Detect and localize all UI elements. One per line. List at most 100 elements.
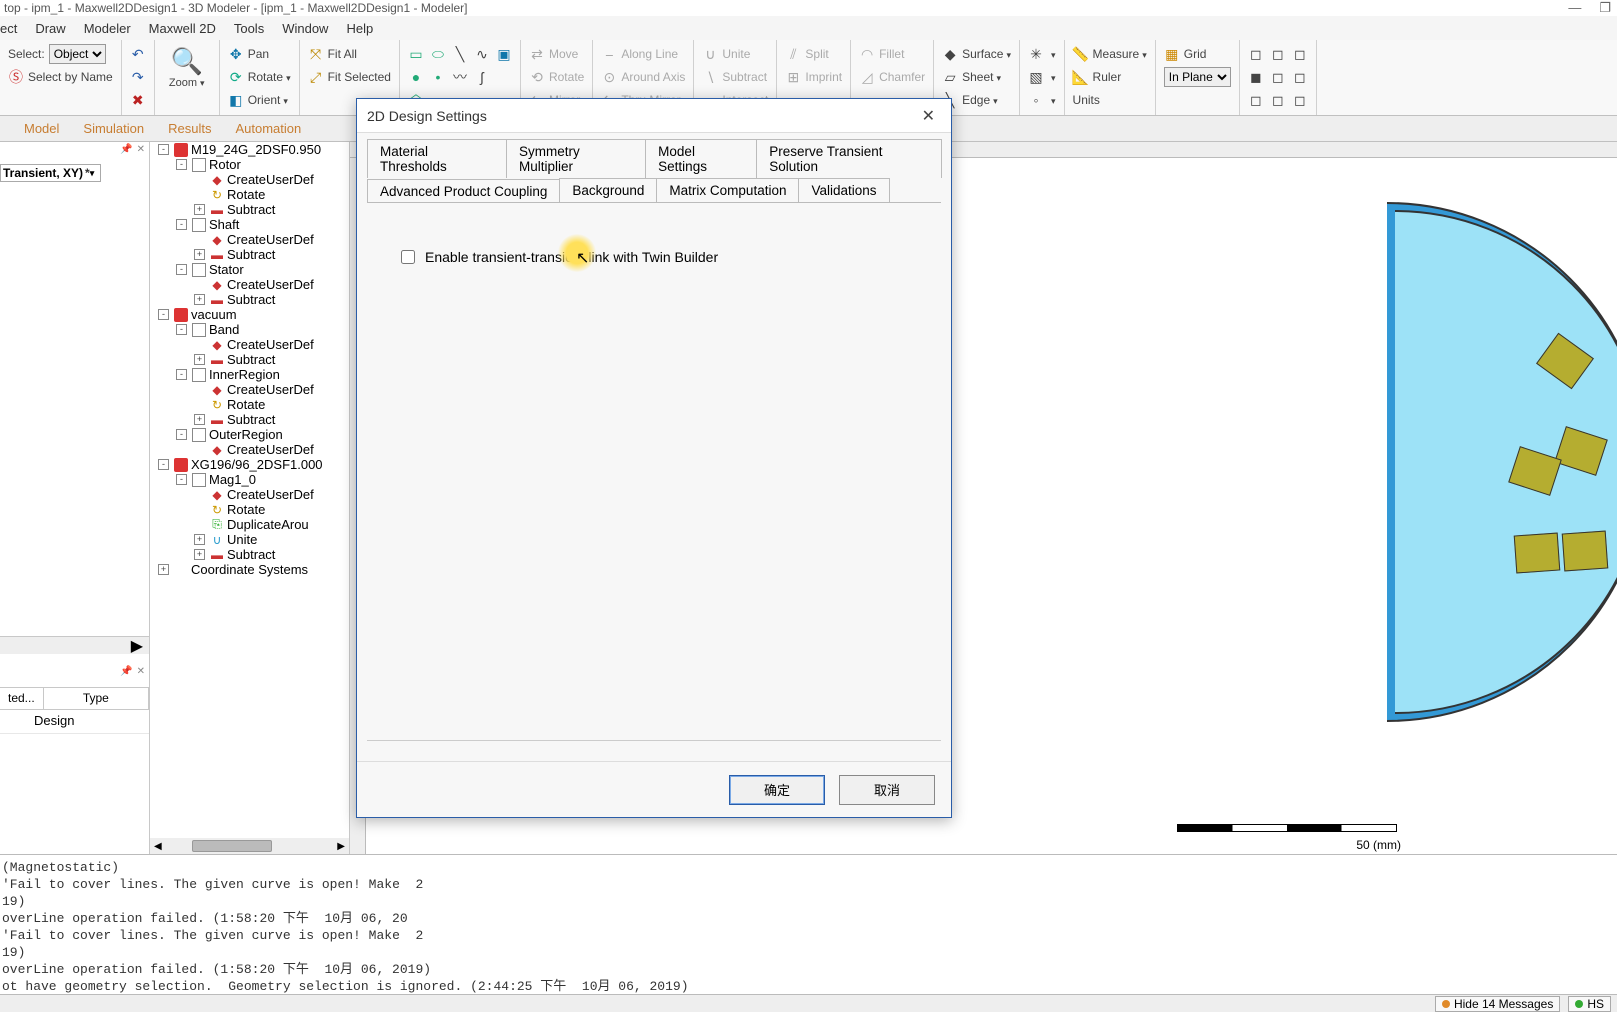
tree-item[interactable]: +▬Subtract [150,247,349,262]
tree-toggle-icon[interactable]: + [194,249,205,260]
snap-3-button[interactable]: ◻ [1248,89,1264,111]
shape-ellipse-button[interactable]: ⬭ [430,43,446,65]
tree-item[interactable]: -OuterRegion [150,427,349,442]
tab-symmetry-multiplier[interactable]: Symmetry Multiplier [506,139,646,178]
ok-button[interactable]: 确定 [729,775,825,805]
dialog-titlebar[interactable]: 2D Design Settings ✕ [357,99,951,133]
tree-item[interactable]: +▬Subtract [150,292,349,307]
tree-toggle-icon[interactable]: + [194,534,205,545]
message-log[interactable]: (Magnetostatic) 'Fail to cover lines. Th… [0,854,1617,994]
tree-toggle-icon[interactable]: + [194,354,205,365]
menu-item[interactable]: ect [0,21,17,36]
hide-messages-button[interactable]: Hide 14 Messages [1435,996,1560,1012]
around-axis-button[interactable]: ⊙Around Axis [601,66,685,88]
tree-toggle-icon[interactable]: - [158,144,169,155]
tab-preserve-transient[interactable]: Preserve Transient Solution [756,139,942,178]
snap-1-button[interactable]: ◻ [1248,43,1264,65]
unite-button[interactable]: ∪Unite [702,43,768,65]
rotate-view-button[interactable]: ⟳Rotate [228,66,291,88]
tree-item[interactable]: ◆CreateUserDef [150,337,349,352]
snap-6-button[interactable]: ◻ [1270,89,1286,111]
close-icon[interactable]: ✕ [137,666,145,677]
in-plane-dropdown[interactable]: In Plane [1164,66,1231,88]
shape-circle-button[interactable]: ● [408,66,424,88]
edge-button[interactable]: ╲Edge [942,89,1011,111]
enable-transient-link-checkbox[interactable] [401,250,415,264]
sheet-button[interactable]: ▱Sheet [942,66,1011,88]
tree-toggle-icon[interactable]: - [176,474,187,485]
tree-item[interactable]: -Mag1_0 [150,472,349,487]
pan-button[interactable]: ✥Pan [228,43,291,65]
tree-item[interactable]: ◆CreateUserDef [150,487,349,502]
tree-item[interactable]: -XG196/96_2DSF1.000 [150,457,349,472]
tree-item[interactable]: +▬Subtract [150,547,349,562]
panel-tab-model[interactable]: Model [24,121,59,136]
shape-dot-button[interactable]: • [430,66,446,88]
tree-item[interactable]: +▬Subtract [150,202,349,217]
measure-button[interactable]: 📏Measure [1073,43,1147,65]
tree-item[interactable]: +▬Subtract [150,412,349,427]
hs-status[interactable]: HS [1568,996,1611,1012]
tree-toggle-icon[interactable]: + [194,294,205,305]
ruler-button[interactable]: 📐Ruler [1073,66,1147,88]
tree-item[interactable]: +Coordinate Systems [150,562,349,577]
tab-background[interactable]: Background [559,178,657,202]
scroll-right-icon[interactable]: ▶ [337,841,345,852]
tab-matrix-computation[interactable]: Matrix Computation [656,178,799,202]
region-button[interactable]: ▣ [496,43,512,65]
col-header-evaluated[interactable]: ted... [0,688,44,709]
scrollbar-thumb[interactable] [192,840,272,852]
cancel-button[interactable]: 取消 [839,775,935,805]
scroll-left-icon[interactable]: ◀ [154,841,162,852]
tree-toggle-icon[interactable]: - [176,369,187,380]
menu-item[interactable]: Window [282,21,328,36]
tree-item[interactable]: -Shaft [150,217,349,232]
imprint-button[interactable]: ⊞Imprint [785,66,842,88]
tree-item[interactable]: +▬Subtract [150,352,349,367]
fit-selected-button[interactable]: ⤢Fit Selected [308,66,391,88]
pin-icon[interactable]: 📌 [120,666,132,677]
surface-button[interactable]: ◆Surface [942,43,1011,65]
minimize-button[interactable]: — [1568,0,1581,16]
restore-button[interactable]: ❐ [1599,0,1611,16]
tree-toggle-icon[interactable]: - [176,264,187,275]
tree-item[interactable]: ◆CreateUserDef [150,232,349,247]
snap-4-button[interactable]: ◻ [1270,43,1286,65]
units-button[interactable]: Units [1073,89,1147,111]
tree-item[interactable]: -InnerRegion [150,367,349,382]
col-header-type[interactable]: Type [44,688,149,709]
tree-toggle-icon[interactable]: - [176,159,187,170]
point-dropdown[interactable]: ◦ [1028,89,1056,111]
tree-item[interactable]: -Stator [150,262,349,277]
solution-type-label[interactable]: Transient, XY)* ▾ [0,164,101,182]
tree-item[interactable]: -vacuum [150,307,349,322]
tab-advanced-product-coupling[interactable]: Advanced Product Coupling [367,179,560,203]
move-button[interactable]: ⇄Move [529,43,584,65]
tree-toggle-icon[interactable]: + [194,414,205,425]
table-cell[interactable]: Design [0,710,149,734]
select-mode-dropdown[interactable]: Object [49,44,106,64]
snap-8-button[interactable]: ◻ [1292,66,1308,88]
in-plane-select[interactable]: In Plane [1164,67,1231,87]
fillet-button[interactable]: ◠Fillet [859,43,925,65]
panel-tab-results[interactable]: Results [168,121,211,136]
tree-item[interactable]: -M19_24G_2DSF0.950 [150,142,349,157]
panel-tab-simulation[interactable]: Simulation [83,121,144,136]
split-button[interactable]: ⫽Split [785,43,842,65]
chamfer-button[interactable]: ◿Chamfer [859,66,925,88]
tree-item[interactable]: ◆CreateUserDef [150,442,349,457]
tree-toggle-icon[interactable]: - [176,429,187,440]
tree-item[interactable]: ◆CreateUserDef [150,382,349,397]
delete-button[interactable]: ✖ [130,89,146,111]
zoom-button[interactable]: 🔍 Zoom [163,43,211,91]
tree-item[interactable]: +∪Unite [150,532,349,547]
snap-5-button[interactable]: ◻ [1270,66,1286,88]
subtract-button[interactable]: ∖Subtract [702,66,768,88]
arc-button[interactable]: 〰 [452,66,468,88]
tree-item[interactable]: -Band [150,322,349,337]
tree-toggle-icon[interactable]: + [194,549,205,560]
grid-button[interactable]: ▦Grid [1164,43,1231,65]
tree-horizontal-scrollbar[interactable]: ◀ ▶ [150,838,349,854]
scroll-right-icon[interactable]: ▶ [131,636,143,656]
tree-item[interactable]: ◆CreateUserDef [150,172,349,187]
